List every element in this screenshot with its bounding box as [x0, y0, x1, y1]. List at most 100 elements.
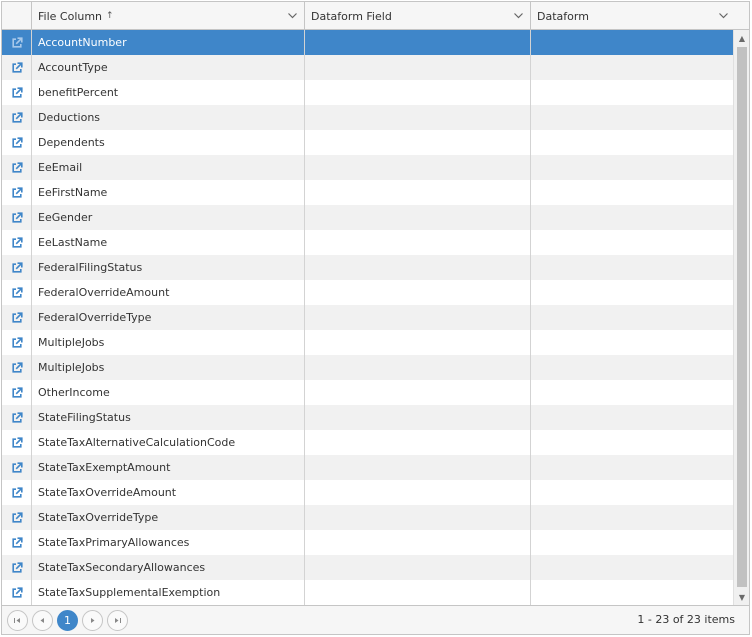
cell-dataform[interactable] — [530, 505, 719, 530]
page-button-current[interactable]: 1 — [57, 609, 78, 631]
cell-dataform[interactable] — [530, 130, 719, 155]
cell-dataform-field[interactable] — [304, 455, 530, 480]
external-link-icon[interactable] — [2, 430, 31, 455]
external-link-icon[interactable] — [2, 455, 31, 480]
vertical-scrollbar[interactable]: ▲ ▼ — [733, 30, 749, 605]
cell-file-column[interactable]: EeEmail — [31, 155, 304, 180]
cell-dataform-field[interactable] — [304, 555, 530, 580]
cell-dataform[interactable] — [530, 555, 719, 580]
external-link-icon[interactable] — [2, 530, 31, 555]
external-link-icon[interactable] — [2, 230, 31, 255]
cell-dataform-field[interactable] — [304, 55, 530, 80]
cell-dataform-field[interactable] — [304, 380, 530, 405]
cell-file-column[interactable]: StateTaxOverrideAmount — [31, 480, 304, 505]
cell-dataform[interactable] — [530, 530, 719, 555]
external-link-icon[interactable] — [2, 55, 31, 80]
cell-dataform[interactable] — [530, 230, 719, 255]
header-dataform[interactable]: Dataform — [530, 2, 735, 30]
external-link-icon[interactable] — [2, 480, 31, 505]
external-link-icon[interactable] — [2, 505, 31, 530]
cell-file-column[interactable]: Deductions — [31, 105, 304, 130]
table-row[interactable]: OtherIncome — [2, 380, 733, 405]
scrollbar-thumb[interactable] — [737, 47, 747, 587]
external-link-icon[interactable] — [2, 555, 31, 580]
cell-dataform-field[interactable] — [304, 530, 530, 555]
cell-dataform[interactable] — [530, 30, 719, 55]
cell-file-column[interactable]: AccountNumber — [31, 30, 304, 55]
cell-file-column[interactable]: MultipleJobs — [31, 330, 304, 355]
last-page-button[interactable] — [107, 609, 128, 631]
external-link-icon[interactable] — [2, 330, 31, 355]
table-row[interactable]: Dependents — [2, 130, 733, 155]
cell-file-column[interactable]: Dependents — [31, 130, 304, 155]
table-row[interactable]: StateTaxAlternativeCalculationCode — [2, 430, 733, 455]
table-row[interactable]: AccountNumber — [2, 30, 733, 55]
external-link-icon[interactable] — [2, 280, 31, 305]
cell-dataform[interactable] — [530, 380, 719, 405]
header-file-column-title[interactable]: File Column — [38, 10, 102, 23]
cell-dataform[interactable] — [530, 330, 719, 355]
chevron-down-icon[interactable] — [718, 10, 729, 21]
table-row[interactable]: EeGender — [2, 205, 733, 230]
table-row[interactable]: EeLastName — [2, 230, 733, 255]
cell-file-column[interactable]: StateFilingStatus — [31, 405, 304, 430]
cell-file-column[interactable]: MultipleJobs — [31, 355, 304, 380]
cell-dataform[interactable] — [530, 305, 719, 330]
cell-file-column[interactable]: StateTaxOverrideType — [31, 505, 304, 530]
external-link-icon[interactable] — [2, 255, 31, 280]
external-link-icon[interactable] — [2, 355, 31, 380]
cell-dataform[interactable] — [530, 355, 719, 380]
cell-dataform[interactable] — [530, 55, 719, 80]
table-row[interactable]: StateTaxOverrideType — [2, 505, 733, 530]
cell-dataform[interactable] — [530, 405, 719, 430]
table-row[interactable]: Deductions — [2, 105, 733, 130]
cell-file-column[interactable]: StateTaxSecondaryAllowances — [31, 555, 304, 580]
cell-dataform-field[interactable] — [304, 180, 530, 205]
external-link-icon[interactable] — [2, 405, 31, 430]
external-link-icon[interactable] — [2, 180, 31, 205]
cell-dataform-field[interactable] — [304, 155, 530, 180]
external-link-icon[interactable] — [2, 155, 31, 180]
cell-dataform-field[interactable] — [304, 305, 530, 330]
cell-dataform-field[interactable] — [304, 355, 530, 380]
chevron-down-icon[interactable] — [287, 10, 298, 21]
cell-dataform[interactable] — [530, 480, 719, 505]
cell-file-column[interactable]: FederalOverrideAmount — [31, 280, 304, 305]
table-row[interactable]: MultipleJobs — [2, 355, 733, 380]
table-row[interactable]: StateTaxPrimaryAllowances — [2, 530, 733, 555]
header-dataform-field[interactable]: Dataform Field — [304, 2, 530, 30]
cell-file-column[interactable]: AccountType — [31, 55, 304, 80]
cell-file-column[interactable]: OtherIncome — [31, 380, 304, 405]
table-row[interactable]: StateTaxSecondaryAllowances — [2, 555, 733, 580]
table-row[interactable]: FederalOverrideType — [2, 305, 733, 330]
table-row[interactable]: StateTaxOverrideAmount — [2, 480, 733, 505]
table-row[interactable]: EeFirstName — [2, 180, 733, 205]
cell-dataform-field[interactable] — [304, 230, 530, 255]
cell-dataform-field[interactable] — [304, 430, 530, 455]
cell-file-column[interactable]: EeGender — [31, 205, 304, 230]
table-row[interactable]: AccountType — [2, 55, 733, 80]
cell-dataform[interactable] — [530, 155, 719, 180]
cell-dataform[interactable] — [530, 280, 719, 305]
table-row[interactable]: benefitPercent — [2, 80, 733, 105]
external-link-icon[interactable] — [2, 30, 31, 55]
cell-dataform[interactable] — [530, 105, 719, 130]
cell-file-column[interactable]: EeFirstName — [31, 180, 304, 205]
external-link-icon[interactable] — [2, 130, 31, 155]
table-row[interactable]: MultipleJobs — [2, 330, 733, 355]
table-row[interactable]: StateFilingStatus — [2, 405, 733, 430]
table-row[interactable]: FederalFilingStatus — [2, 255, 733, 280]
table-row[interactable]: StateTaxExemptAmount — [2, 455, 733, 480]
cell-dataform-field[interactable] — [304, 130, 530, 155]
external-link-icon[interactable] — [2, 305, 31, 330]
table-row[interactable]: EeEmail — [2, 155, 733, 180]
cell-dataform[interactable] — [530, 180, 719, 205]
cell-file-column[interactable]: benefitPercent — [31, 80, 304, 105]
cell-file-column[interactable]: FederalOverrideType — [31, 305, 304, 330]
cell-dataform-field[interactable] — [304, 280, 530, 305]
cell-dataform[interactable] — [530, 455, 719, 480]
table-row[interactable]: StateTaxSupplementalExemption — [2, 580, 733, 605]
first-page-button[interactable] — [7, 609, 28, 631]
cell-file-column[interactable]: StateTaxExemptAmount — [31, 455, 304, 480]
cell-dataform-field[interactable] — [304, 505, 530, 530]
